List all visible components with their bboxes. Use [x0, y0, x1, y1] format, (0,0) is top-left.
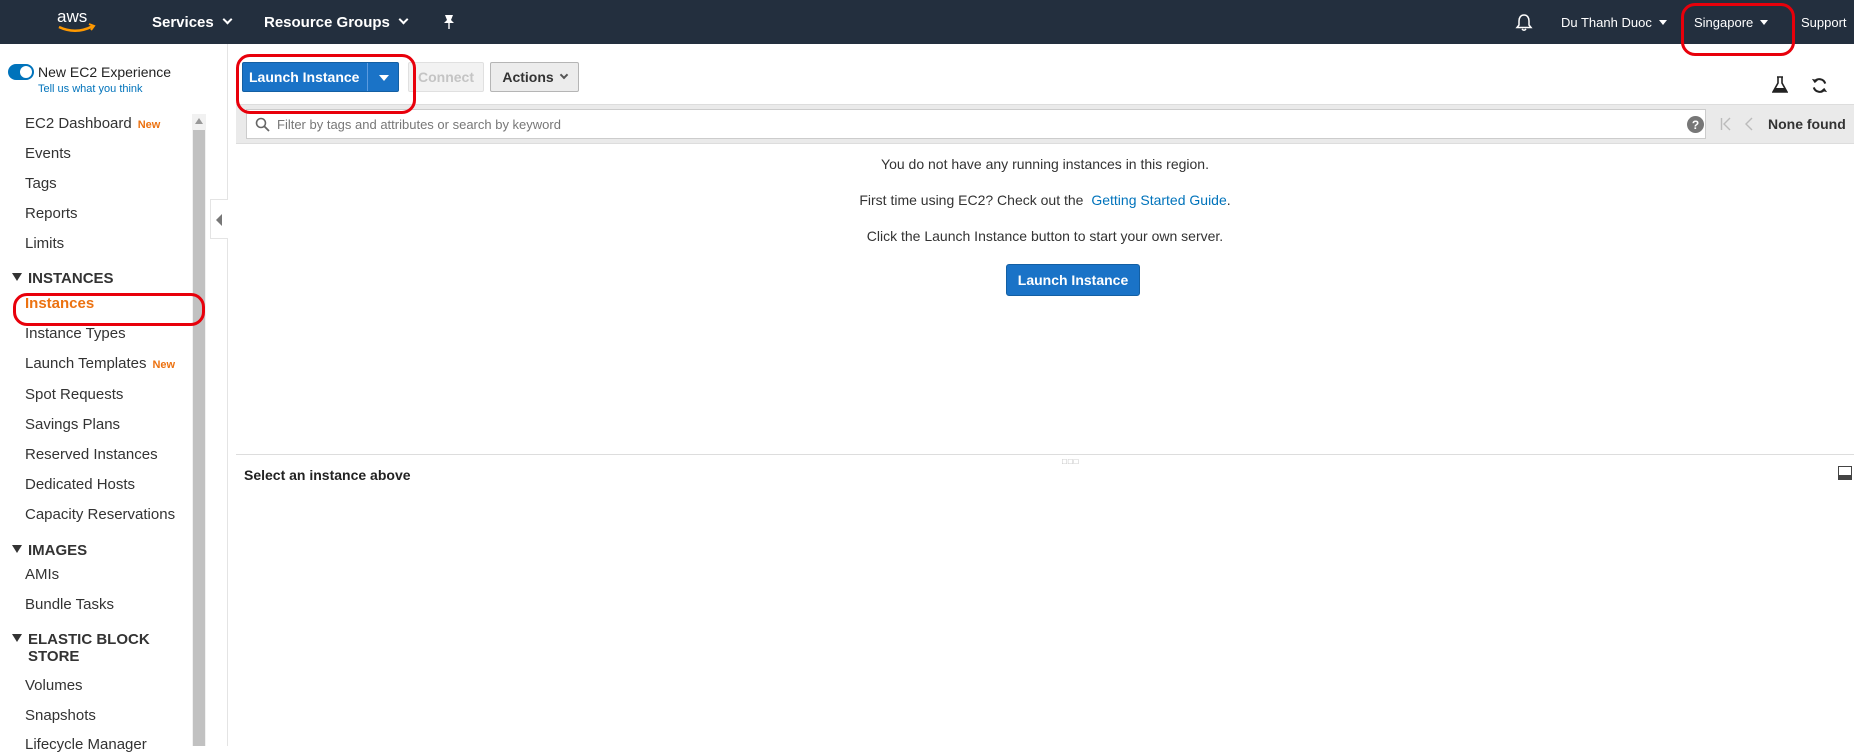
sidebar-item-spot-requests[interactable]: Spot Requests	[25, 386, 123, 403]
new-badge: New	[152, 359, 176, 371]
refresh-icon[interactable]	[1810, 76, 1829, 95]
collapse-sidebar-button[interactable]	[210, 199, 228, 239]
previous-page-icon[interactable]	[1744, 117, 1754, 131]
help-glyph: ?	[1691, 117, 1700, 132]
support-label: Support	[1801, 14, 1847, 30]
triangle-down-icon	[12, 634, 22, 642]
panel-layout-icon[interactable]	[1838, 466, 1852, 480]
search-box[interactable]: ?	[246, 109, 1706, 139]
resource-groups-label: Resource Groups	[264, 13, 390, 31]
notifications-button[interactable]	[1515, 0, 1533, 44]
sidebar-item-dedicated-hosts[interactable]: Dedicated Hosts	[25, 476, 135, 493]
scrollbar-thumb[interactable]	[193, 130, 205, 746]
region-label: Singapore	[1694, 14, 1754, 30]
chevron-down-icon	[559, 70, 568, 79]
svg-text:aws: aws	[57, 7, 87, 26]
resource-groups-menu[interactable]: Resource Groups	[264, 0, 409, 44]
caret-down-icon	[1658, 19, 1667, 25]
help-icon[interactable]: ?	[1687, 116, 1704, 133]
pin-button[interactable]	[442, 0, 456, 44]
sidebar-item-label: Launch Templates	[25, 355, 147, 372]
top-navigation-bar: aws Services Resource Groups Du Thanh Du…	[0, 0, 1854, 44]
drag-grip-icon[interactable]: □□□	[1062, 457, 1080, 466]
getting-started-guide-link[interactable]: Getting Started Guide	[1091, 192, 1226, 208]
toggle-switch[interactable]	[8, 64, 34, 80]
section-label: INSTANCES	[28, 270, 114, 287]
search-icon	[255, 117, 270, 132]
launch-hint-message: Click the Launch Instance button to star…	[866, 228, 1224, 244]
user-menu[interactable]: Du Thanh Duoc	[1561, 0, 1667, 44]
new-experience-label: New EC2 Experience	[38, 64, 172, 80]
scroll-up-arrow-icon[interactable]	[195, 118, 203, 124]
launch-instance-center-button[interactable]: Launch Instance	[1006, 264, 1140, 296]
sidebar-item-amis[interactable]: AMIs	[25, 566, 59, 583]
region-selector[interactable]: Singapore	[1694, 0, 1769, 44]
first-time-text: First time using EC2? Check out the	[859, 192, 1084, 208]
sidebar-item-volumes[interactable]: Volumes	[25, 677, 83, 694]
sidebar-item-lifecycle-manager[interactable]: Lifecycle Manager	[25, 736, 147, 753]
sidebar-scrollbar[interactable]	[192, 114, 206, 746]
launch-instance-label: Launch Instance	[249, 69, 360, 85]
caret-down-icon	[1760, 19, 1769, 25]
panel-splitter[interactable]	[236, 454, 1854, 455]
feedback-link[interactable]: Tell us what you think	[38, 83, 143, 95]
no-instances-message: You do not have any running instances in…	[881, 156, 1209, 172]
pagination-status: None found	[1768, 116, 1846, 132]
sidebar-item-tags[interactable]: Tags	[25, 175, 57, 192]
first-page-icon[interactable]	[1720, 117, 1732, 131]
sidebar-item-reports[interactable]: Reports	[25, 205, 78, 222]
details-panel-title: Select an instance above	[244, 467, 411, 483]
sidebar-item-reserved-instances[interactable]: Reserved Instances	[25, 446, 158, 463]
pin-icon	[444, 15, 454, 29]
sidebar-item-launch-templates[interactable]: Launch Templates New	[25, 355, 175, 372]
support-menu[interactable]: Support	[1801, 0, 1847, 44]
chevron-down-icon	[222, 14, 233, 25]
section-label: IMAGES	[28, 542, 88, 559]
section-label-line2: STORE	[28, 648, 80, 665]
sidebar-section-instances[interactable]: INSTANCES	[12, 270, 114, 287]
flask-icon[interactable]	[1772, 76, 1788, 94]
sidebar: New EC2 Experience Tell us what you thin…	[0, 44, 228, 753]
sidebar-item-snapshots[interactable]: Snapshots	[25, 707, 96, 724]
sidebar-item-limits[interactable]: Limits	[25, 235, 64, 252]
sidebar-item-instances[interactable]: Instances	[25, 295, 94, 312]
sidebar-item-bundle-tasks[interactable]: Bundle Tasks	[25, 596, 114, 613]
aws-logo[interactable]: aws	[55, 0, 97, 44]
first-time-message: First time using EC2? Check out the Gett…	[236, 192, 1854, 208]
sidebar-section-elastic-block-store[interactable]: ELASTIC BLOCK STORE	[12, 631, 150, 665]
triangle-down-icon	[12, 545, 22, 553]
launch-instance-button[interactable]: Launch Instance	[242, 62, 399, 92]
connect-button[interactable]: Connect	[408, 62, 484, 92]
period: .	[1226, 192, 1231, 208]
new-badge: New	[137, 119, 161, 131]
triangle-down-icon	[12, 273, 22, 281]
sidebar-item-savings-plans[interactable]: Savings Plans	[25, 416, 120, 433]
sidebar-section-images[interactable]: IMAGES	[12, 542, 87, 559]
actions-button[interactable]: Actions	[490, 62, 579, 92]
sidebar-item-capacity-reservations[interactable]: Capacity Reservations	[25, 506, 175, 523]
launch-instance-label: Launch Instance	[1017, 272, 1129, 288]
user-name: Du Thanh Duoc	[1561, 14, 1652, 30]
services-menu[interactable]: Services	[152, 0, 233, 44]
section-label: ELASTIC BLOCK	[28, 631, 150, 648]
filter-bar: ? None found	[236, 104, 1854, 144]
aws-logo-icon: aws	[57, 7, 96, 32]
launch-options-dropdown[interactable]	[367, 63, 400, 91]
sidebar-item-label: EC2 Dashboard	[25, 115, 132, 132]
services-label: Services	[152, 13, 214, 31]
search-input[interactable]	[277, 110, 1667, 138]
sidebar-item-ec2-dashboard[interactable]: EC2 Dashboard New	[25, 115, 160, 132]
sidebar-item-instance-types[interactable]: Instance Types	[25, 325, 126, 342]
bell-icon	[1515, 13, 1533, 31]
actions-label: Actions	[502, 69, 554, 85]
sidebar-item-events[interactable]: Events	[25, 145, 71, 162]
chevron-down-icon	[398, 14, 409, 25]
connect-label: Connect	[418, 69, 474, 85]
